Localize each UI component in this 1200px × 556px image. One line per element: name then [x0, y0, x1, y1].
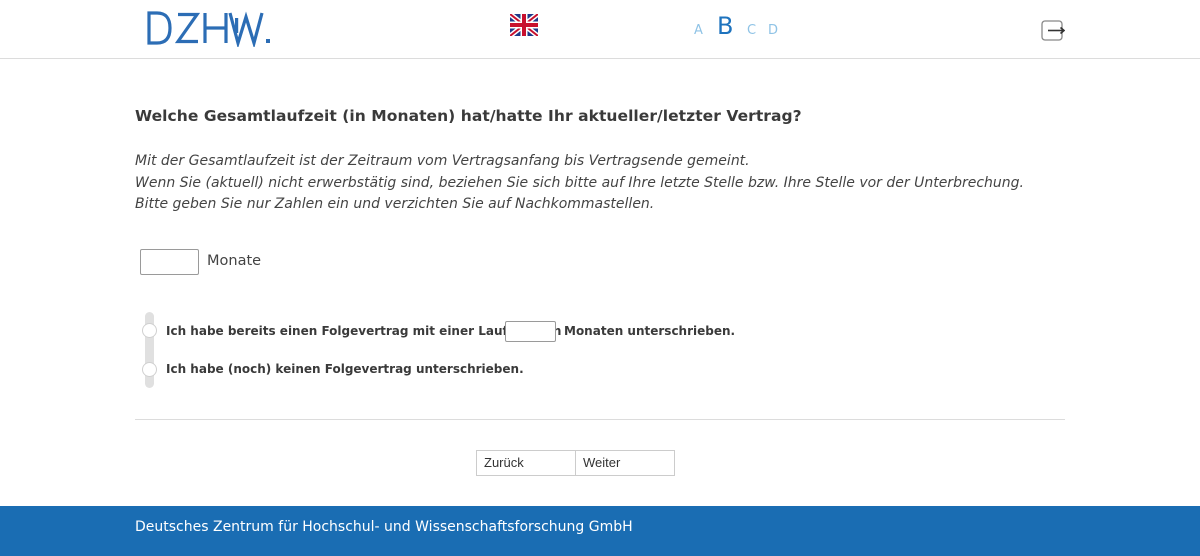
font-size-a[interactable]: A [694, 23, 703, 38]
follow-up-months-input[interactable] [505, 321, 556, 342]
font-size-b[interactable]: B [717, 12, 733, 40]
footer: Deutsches Zentrum für Hochschul- und Wis… [0, 506, 1200, 556]
option-follow-up-suffix[interactable]: Monaten unterschrieben. [564, 324, 735, 338]
font-size-d[interactable]: D [768, 23, 778, 38]
instruction-line: Wenn Sie (aktuell) nicht erwerbstätig si… [135, 174, 1024, 191]
header: A B C D [0, 0, 1200, 59]
logout-icon[interactable] [1041, 20, 1066, 41]
question-instructions: Mit der Gesamtlaufzeit ist der Zeitraum … [135, 151, 1024, 216]
next-button[interactable]: Weiter [575, 450, 675, 476]
instruction-line: Mit der Gesamtlaufzeit ist der Zeitraum … [135, 153, 750, 169]
radio-no-follow-up-contract[interactable] [142, 362, 157, 377]
divider [135, 419, 1065, 420]
months-input[interactable] [140, 249, 199, 275]
radio-follow-up-contract[interactable] [142, 323, 157, 338]
back-button[interactable]: Zurück [476, 450, 576, 476]
option-follow-up-label[interactable]: Ich habe bereits einen Folgevertrag mit … [166, 324, 561, 338]
dzhw-logo [146, 9, 278, 47]
option-no-follow-up-label[interactable]: Ich habe (noch) keinen Folgevertrag unte… [166, 362, 524, 376]
question-title: Welche Gesamtlaufzeit (in Monaten) hat/h… [135, 107, 802, 125]
months-unit-label: Monate [207, 253, 262, 269]
uk-flag-icon[interactable] [508, 12, 540, 38]
instruction-line: Bitte geben Sie nur Zahlen ein und verzi… [135, 196, 655, 212]
font-size-c[interactable]: C [747, 23, 756, 38]
footer-text: Deutsches Zentrum für Hochschul- und Wis… [135, 519, 633, 535]
